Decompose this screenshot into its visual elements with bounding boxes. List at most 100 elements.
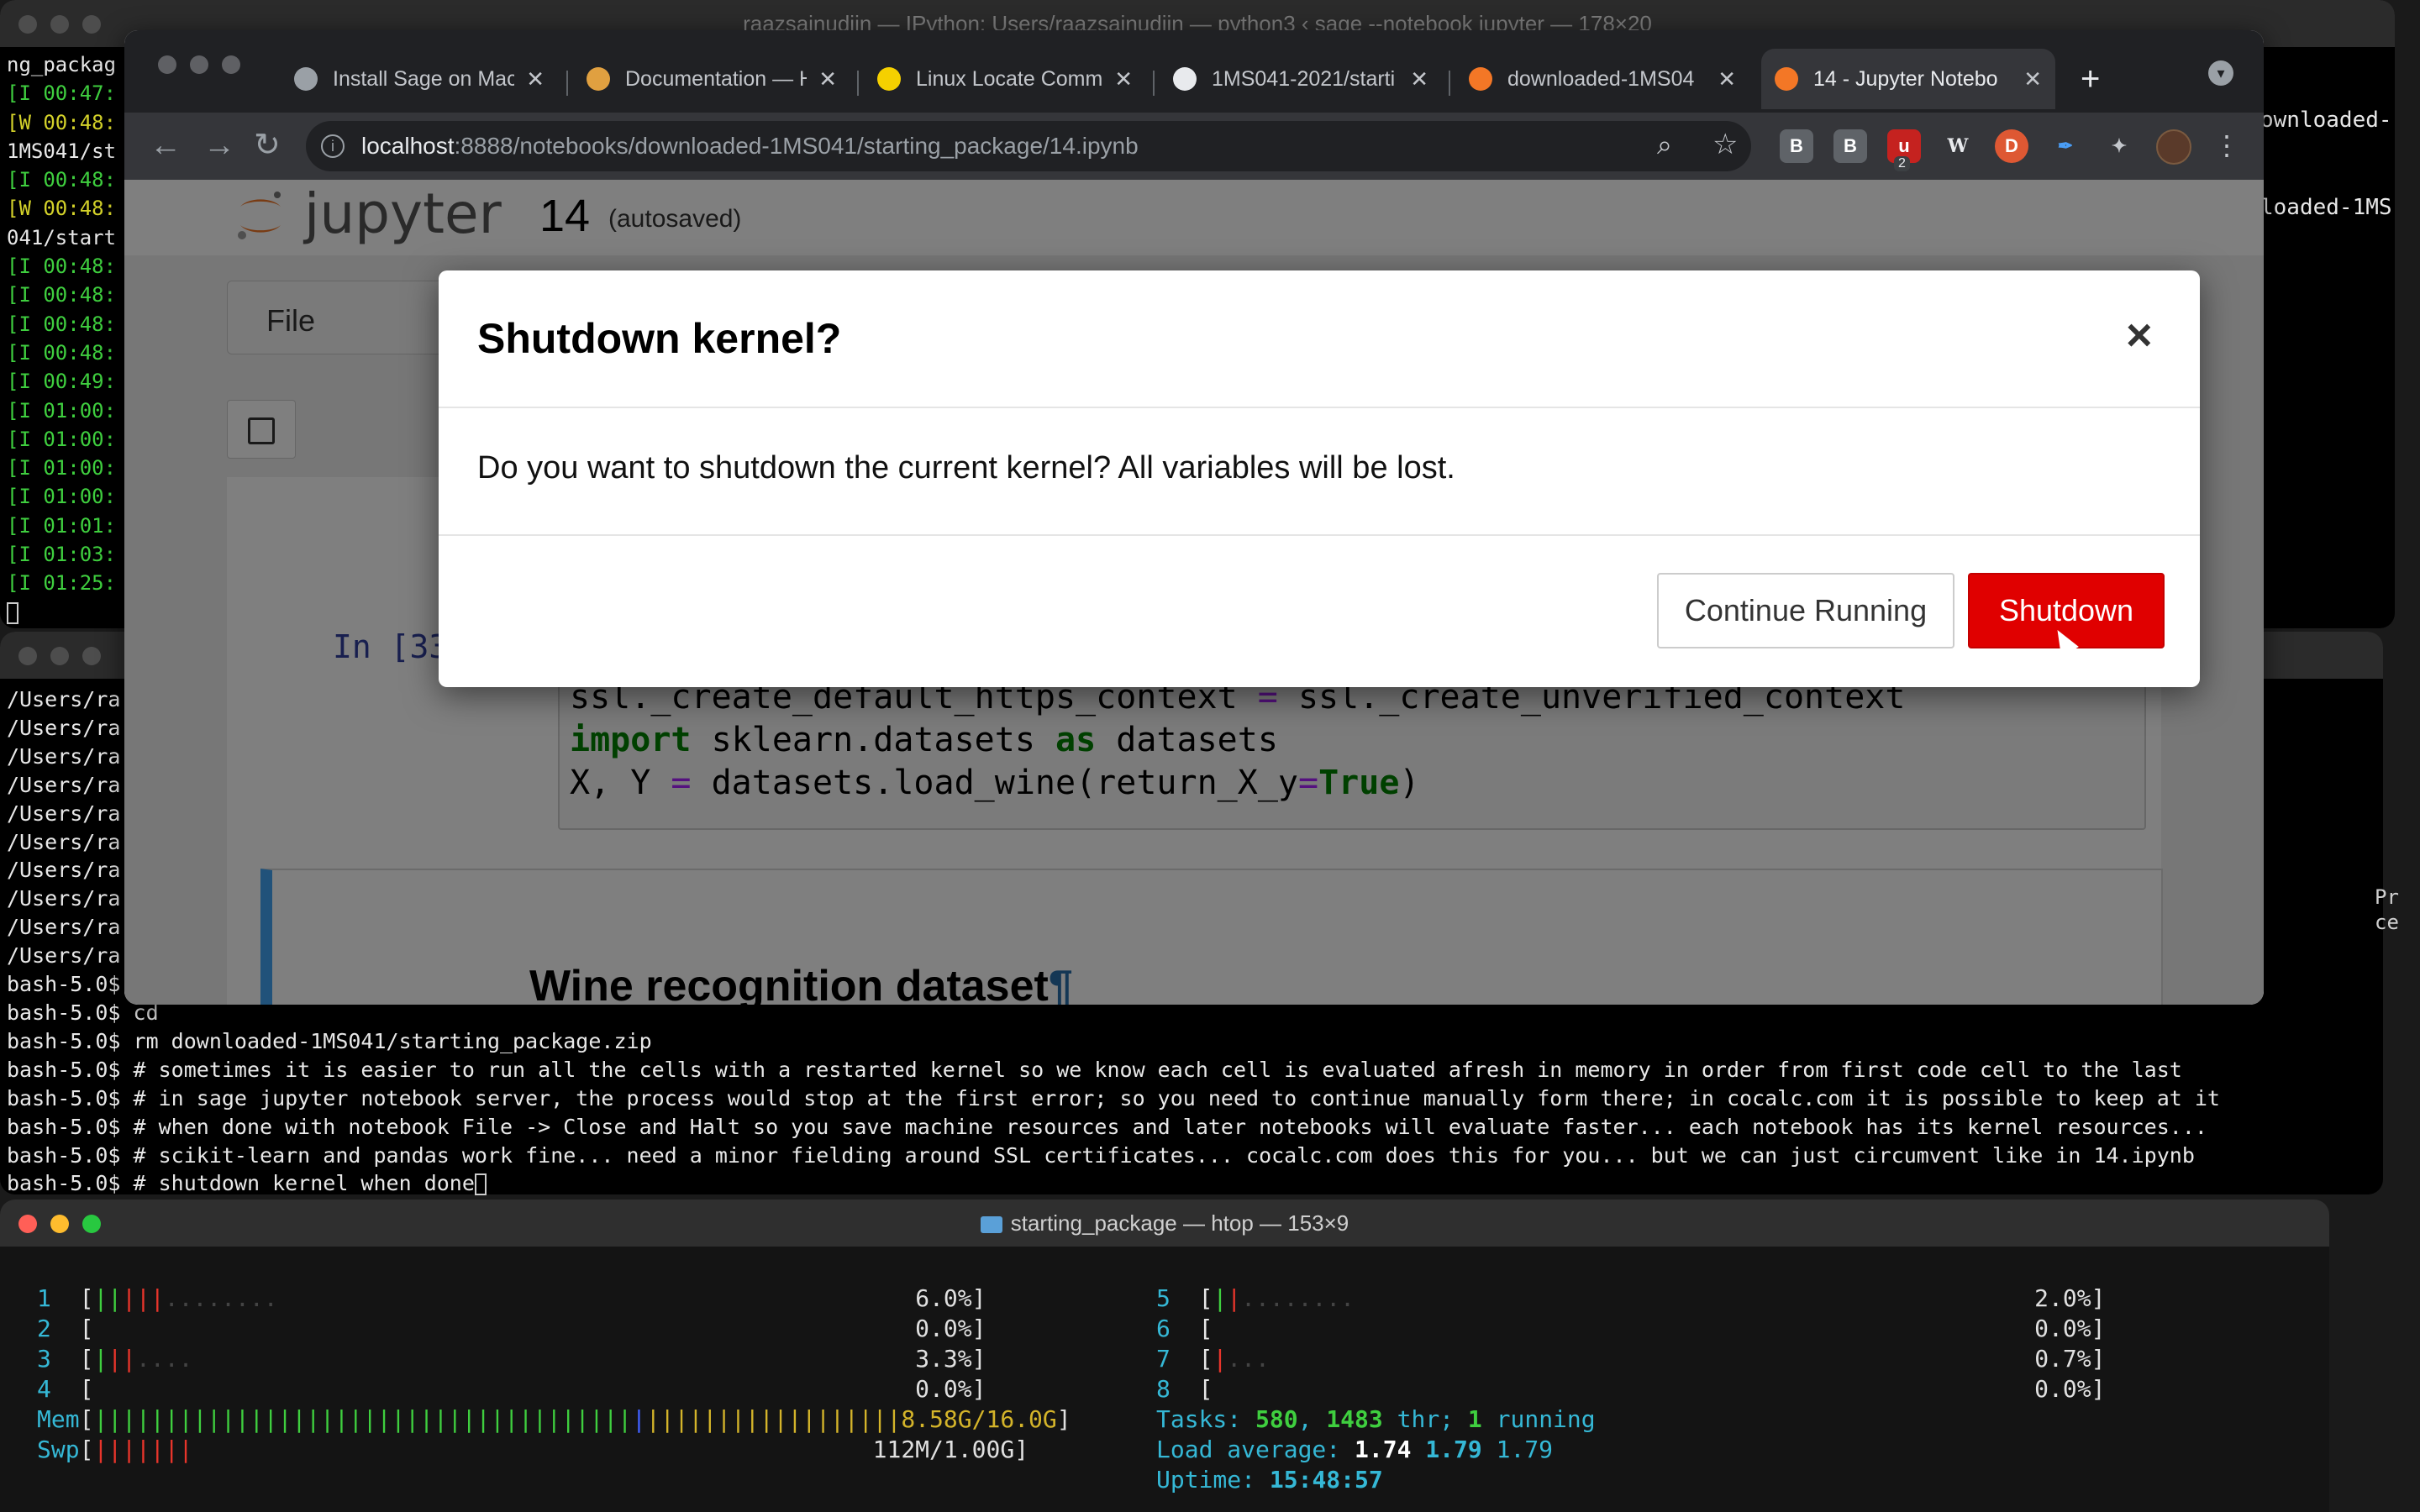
- close-tab-icon[interactable]: ✕: [818, 66, 837, 92]
- cpu-meter: 4 [ 0.0%]: [37, 1375, 986, 1403]
- terminal-output: ng_packag [I 00:47: [W 00:48: 1MS041/st [I 0…: [7, 50, 116, 627]
- browser-tab[interactable]: Documentation — H ✕: [573, 49, 850, 109]
- cpu-meter: 8 [ 0.0%]: [1156, 1375, 2106, 1403]
- cpu-percent: 0.0%: [915, 1315, 972, 1342]
- url-text[interactable]: localhost:8888/notebooks/downloaded-1MS0…: [361, 133, 1139, 160]
- browser-tab[interactable]: downloaded-1MS04 ✕: [1455, 49, 1749, 109]
- browser-window: Install Sage on Mac ✕ Documentation — H ✕ Li…: [124, 30, 2264, 1005]
- close-icon[interactable]: ×: [2126, 309, 2153, 361]
- minimize-window-icon[interactable]: [50, 15, 69, 34]
- jupyter-icon: [1469, 67, 1492, 91]
- close-tab-icon[interactable]: ✕: [1718, 66, 1736, 92]
- cpu-meter: 6 [ 0.0%]: [1156, 1315, 2106, 1342]
- close-window-icon[interactable]: [158, 55, 176, 74]
- site-info-icon[interactable]: i: [321, 134, 345, 158]
- close-window-icon[interactable]: [18, 1215, 37, 1233]
- zoom-window-icon[interactable]: [222, 55, 240, 74]
- close-tab-icon[interactable]: ✕: [1410, 66, 1428, 92]
- window-controls: [18, 647, 101, 665]
- browser-toolbar: ← → ↻ i localhost:8888/notebooks/downloa…: [124, 113, 2264, 180]
- terminal-line: [I 01:00:: [7, 485, 117, 509]
- minimize-window-icon[interactable]: [190, 55, 208, 74]
- tab-search-icon[interactable]: ▾: [2208, 60, 2233, 86]
- close-tab-icon[interactable]: ✕: [1114, 66, 1133, 92]
- terminal-line: bash-5.0$ rm downloaded-1MS041/starting_…: [7, 1028, 652, 1053]
- terminal-line: bash-5.0$ # in sage jupyter notebook ser…: [7, 1085, 2220, 1110]
- tab-title: Documentation — H: [625, 66, 808, 91]
- close-tab-icon[interactable]: ✕: [526, 66, 544, 92]
- more-menu-icon[interactable]: ⋮: [2213, 129, 2240, 161]
- cpu-meter: 5 [||........ 2.0%]: [1156, 1284, 2106, 1312]
- close-window-icon[interactable]: [18, 647, 37, 665]
- close-window-icon[interactable]: [18, 15, 37, 34]
- browser-tab[interactable]: 14 - Jupyter Notebo ✕: [1761, 49, 2055, 109]
- close-tab-icon[interactable]: ✕: [2023, 66, 2042, 92]
- htop-cpu-right: 5 [||........ 2.0%] 6 [ 0.0%] 7 [|... 0.7%: [1156, 1284, 2232, 1495]
- wikipedia-icon[interactable]: W: [1941, 129, 1975, 163]
- browser-tab[interactable]: Install Sage on Mac ✕: [281, 49, 558, 109]
- terminal-line: [W 00:48:: [7, 197, 117, 221]
- terminal-line: [I 01:01:: [7, 513, 117, 538]
- new-tab-button[interactable]: +: [2081, 60, 2100, 98]
- terminal-line: [I 00:48:: [7, 168, 117, 192]
- avatar[interactable]: [2156, 129, 2191, 165]
- terminal-line: 041/start: [7, 225, 117, 249]
- terminal-line: [I 01:03:: [7, 543, 117, 567]
- cpu-meter: 7 [|... 0.7%]: [1156, 1345, 2106, 1373]
- minimize-window-icon[interactable]: [50, 647, 69, 665]
- lightbulb-icon: [877, 67, 901, 91]
- htop-load-average: Load average: 1.74 1.79 1.79: [1156, 1436, 1554, 1463]
- puzzle-icon[interactable]: ✦: [2102, 129, 2136, 163]
- globe-icon: [294, 67, 318, 91]
- terminal-line: [I 01:00:: [7, 427, 117, 451]
- extension-icon[interactable]: B: [1833, 129, 1867, 163]
- terminal-line: [I 00:49:: [7, 370, 117, 394]
- tab-title: Linux Locate Comm: [916, 66, 1103, 91]
- dialog-header: Shutdown kernel? ×: [439, 270, 2200, 408]
- dialog-title: Shutdown kernel?: [477, 315, 842, 362]
- continue-running-button[interactable]: Continue Running: [1657, 573, 1954, 648]
- browser-tab[interactable]: Linux Locate Comm ✕: [864, 49, 1146, 109]
- shutdown-kernel-dialog: Shutdown kernel? × Do you want to shutdo…: [439, 270, 2200, 687]
- zoom-icon[interactable]: ⌕: [1657, 129, 1672, 161]
- extension-icon[interactable]: B: [1780, 129, 1813, 163]
- htop-cpu-left: 1 [|||||........ 6.0%] 2 [ 0.0%] 3 [|||...…: [37, 1284, 1113, 1465]
- duckduckgo-icon[interactable]: D: [1995, 129, 2028, 163]
- window-controls: [158, 55, 240, 74]
- window-controls: [18, 15, 101, 34]
- back-icon[interactable]: ←: [150, 128, 182, 163]
- tab-title: 1MS041-2021/starti: [1212, 66, 1396, 91]
- zoom-window-icon[interactable]: [82, 15, 101, 34]
- zoom-window-icon[interactable]: [82, 647, 101, 665]
- tab-title: downloaded-1MS04: [1507, 66, 1695, 91]
- terminal-line: bash-5.0$ # shutdown kernel when done: [7, 1169, 2220, 1198]
- dialog-message: Do you want to shutdown the current kern…: [477, 450, 1455, 486]
- tab-separator: [857, 71, 859, 96]
- htop-uptime: Uptime: 15:48:57: [1156, 1466, 1383, 1494]
- tab-title: 14 - Jupyter Notebo: [1813, 66, 1998, 91]
- cpu-meter: 3 [|||.... 3.3%]: [37, 1345, 986, 1373]
- forward-icon[interactable]: →: [203, 128, 235, 163]
- terminal-fragment: ownloaded-: [2260, 108, 2392, 133]
- browser-tab[interactable]: 1MS041-2021/starti ✕: [1160, 49, 1442, 109]
- reload-icon[interactable]: ↻: [254, 128, 281, 163]
- terminal-cursor: [7, 601, 18, 624]
- minimize-window-icon[interactable]: [50, 1215, 69, 1233]
- dialog-body: Do you want to shutdown the current kern…: [439, 408, 2200, 536]
- cpu-percent: 0.0%: [915, 1375, 972, 1403]
- terminal-cursor[interactable]: [474, 1173, 487, 1196]
- terminal-fragment: loaded-1MS: [2260, 195, 2392, 220]
- notebook-icon: [1775, 67, 1798, 91]
- terminal-line: [I 01:25:: [7, 571, 117, 596]
- quill-icon[interactable]: ✒: [2049, 129, 2082, 163]
- terminal-line: [I 00:48:: [7, 340, 117, 365]
- cpu-percent: 6.0%: [915, 1284, 972, 1312]
- cpu-percent: 0.7%: [2034, 1345, 2091, 1373]
- bookmark-star-icon[interactable]: ☆: [1712, 128, 1738, 161]
- htop-window: starting_package — htop — 153×9 1 [|||||…: [0, 1200, 2329, 1512]
- zoom-window-icon[interactable]: [82, 1215, 101, 1233]
- terminal-line: [W 00:48:: [7, 110, 117, 134]
- address-bar[interactable]: i localhost:8888/notebooks/downloaded-1M…: [306, 121, 1751, 171]
- github-icon: [1173, 67, 1197, 91]
- tab-separator: [566, 71, 568, 96]
